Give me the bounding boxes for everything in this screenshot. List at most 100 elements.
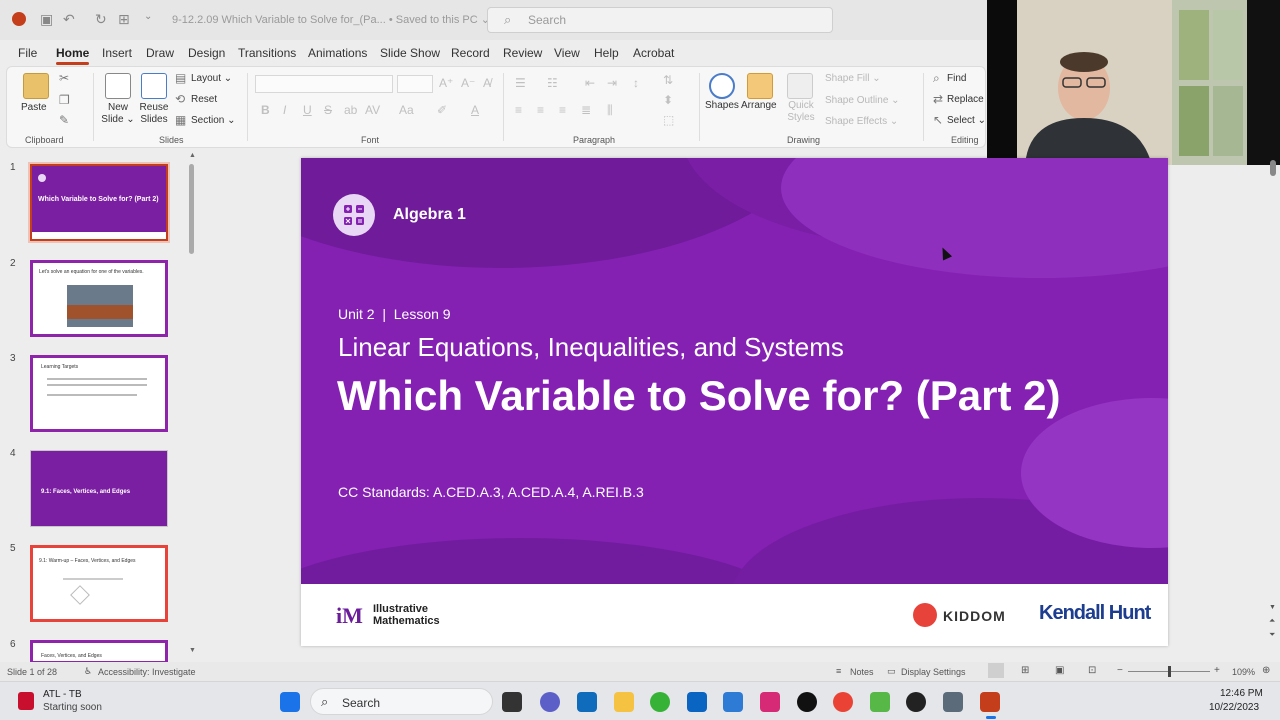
- align-center-icon[interactable]: ≡: [537, 103, 544, 117]
- undo-icon[interactable]: ↶: [63, 11, 75, 28]
- format-painter-icon[interactable]: ✎: [59, 113, 69, 127]
- slide-thumbnail-4[interactable]: 9.1: Faces, Vertices, and Edges: [30, 450, 168, 527]
- char-spacing-button[interactable]: AV: [365, 103, 380, 117]
- arrange-icon[interactable]: [747, 73, 773, 99]
- tab-help[interactable]: Help: [594, 46, 619, 60]
- font-color-button[interactable]: A: [471, 103, 479, 117]
- zoom-slider[interactable]: [1128, 666, 1210, 677]
- app-icon[interactable]: [650, 692, 670, 712]
- scroll-up-icon[interactable]: ▲: [189, 152, 196, 159]
- zoom-out-icon[interactable]: −: [1117, 665, 1123, 676]
- slide-sorter-icon[interactable]: ⊞: [1021, 665, 1029, 676]
- font-size-dropdown[interactable]: [397, 75, 433, 93]
- zoom-slider-handle[interactable]: [1168, 666, 1171, 677]
- numbering-icon[interactable]: ☷: [547, 76, 558, 90]
- powerpoint-app-icon[interactable]: [980, 692, 1000, 712]
- calculator-app-icon[interactable]: [943, 692, 963, 712]
- tab-home[interactable]: Home: [56, 46, 90, 65]
- highlight-icon[interactable]: ✐: [437, 103, 447, 117]
- task-view-icon[interactable]: [502, 692, 522, 712]
- layout-button[interactable]: Layout ⌄: [191, 73, 232, 84]
- reading-view-icon[interactable]: ▣: [1055, 665, 1064, 676]
- file-explorer-icon[interactable]: [614, 692, 634, 712]
- redo-icon[interactable]: ↻: [95, 11, 107, 28]
- quick-styles-button[interactable]: Quick Styles: [783, 100, 819, 124]
- section-button[interactable]: Section ⌄: [191, 115, 236, 126]
- scroll-thumb[interactable]: [189, 164, 194, 254]
- font-name-dropdown[interactable]: [255, 75, 393, 93]
- search-input[interactable]: ⌕ Search: [487, 7, 833, 33]
- present-icon[interactable]: ⊞: [118, 11, 130, 28]
- zoom-in-icon[interactable]: +: [1214, 665, 1220, 676]
- find-button[interactable]: Find: [947, 73, 966, 84]
- tab-animations[interactable]: Animations: [308, 46, 367, 60]
- instagram-icon[interactable]: [760, 692, 780, 712]
- new-slide-icon[interactable]: [105, 73, 131, 99]
- line-spacing-icon[interactable]: ↕: [633, 76, 639, 90]
- tab-design[interactable]: Design: [188, 46, 225, 60]
- start-icon[interactable]: [280, 692, 300, 712]
- shape-fill-button[interactable]: Shape Fill ⌄: [825, 73, 881, 84]
- slide-thumbnail-5[interactable]: 9.1: Warm-up – Faces, Vertices, and Edge…: [30, 545, 168, 622]
- reset-button[interactable]: Reset: [191, 94, 217, 105]
- find-icon[interactable]: ⌕: [933, 71, 940, 86]
- increase-font-icon[interactable]: A⁺: [439, 76, 453, 90]
- tab-insert[interactable]: Insert: [102, 46, 132, 60]
- align-text-icon[interactable]: ⬍: [663, 93, 673, 107]
- italic-button[interactable]: I: [283, 103, 286, 117]
- tab-slide-show[interactable]: Slide Show: [380, 46, 440, 60]
- select-icon[interactable]: ↖: [933, 113, 943, 127]
- app-icon[interactable]: [870, 692, 890, 712]
- slide-thumbnail-2[interactable]: Let's solve an equation for one of the v…: [30, 260, 168, 337]
- obs-icon[interactable]: [906, 692, 926, 712]
- slide-canvas[interactable]: Algebra 1 Unit 2 | Lesson 9 Linear Equat…: [301, 158, 1168, 646]
- cut-icon[interactable]: ✂: [59, 71, 69, 85]
- accessibility-status[interactable]: Accessibility: Investigate: [98, 667, 196, 677]
- tiktok-icon[interactable]: [797, 692, 817, 712]
- columns-icon[interactable]: ⫼: [607, 103, 613, 118]
- tab-transitions[interactable]: Transitions: [238, 46, 296, 60]
- change-case-button[interactable]: Aa: [399, 103, 414, 117]
- teams-chat-icon[interactable]: [540, 692, 560, 712]
- select-button[interactable]: Select ⌄: [947, 115, 986, 126]
- justify-icon[interactable]: ≣: [581, 103, 591, 117]
- align-left-icon[interactable]: ≡: [515, 103, 522, 117]
- decrease-font-icon[interactable]: A⁻: [461, 76, 475, 90]
- document-title[interactable]: 9-12.2.09 Which Variable to Solve for_(P…: [172, 13, 490, 26]
- align-right-icon[interactable]: ≡: [559, 103, 566, 117]
- accessibility-icon[interactable]: ♿: [84, 666, 92, 677]
- new-slide-button[interactable]: New Slide ⌄: [101, 102, 135, 126]
- clear-format-icon[interactable]: A̸: [483, 76, 491, 90]
- strikethrough-button[interactable]: S: [324, 103, 332, 117]
- section-icon[interactable]: ▦: [175, 113, 186, 127]
- save-icon[interactable]: ▣: [40, 11, 53, 28]
- normal-view-icon[interactable]: [988, 663, 1004, 678]
- underline-button[interactable]: U: [303, 103, 312, 117]
- widget-title[interactable]: ATL - TB: [43, 689, 82, 700]
- next-slide-icon[interactable]: ⏷: [1269, 630, 1275, 640]
- slide-thumbnail-1[interactable]: Which Variable to Solve for? (Part 2): [28, 162, 170, 243]
- quick-access-more-icon[interactable]: ⌄: [144, 11, 152, 22]
- paste-button[interactable]: Paste: [21, 102, 47, 114]
- arrange-button[interactable]: Arrange: [741, 100, 777, 112]
- chrome-icon[interactable]: [833, 692, 853, 712]
- smartart-icon[interactable]: ⬚: [663, 113, 674, 127]
- shapes-icon[interactable]: [709, 73, 735, 99]
- zoom-level[interactable]: 109%: [1232, 667, 1255, 677]
- copy-icon[interactable]: ❐: [59, 93, 70, 107]
- slide-scrollbar[interactable]: ▼ ⏶ ⏷: [1268, 160, 1278, 650]
- scroll-down-icon[interactable]: ▼: [189, 647, 196, 654]
- reuse-slides-button[interactable]: Reuse Slides: [139, 102, 169, 126]
- shadow-button[interactable]: ab: [344, 103, 357, 117]
- replace-icon[interactable]: ⇄: [933, 92, 943, 106]
- tab-acrobat[interactable]: Acrobat: [633, 46, 674, 60]
- thumbnail-scrollbar[interactable]: ▲ ▼: [187, 152, 196, 657]
- scroll-thumb[interactable]: [1270, 160, 1276, 176]
- tab-view[interactable]: View: [554, 46, 580, 60]
- slide-thumbnail-6[interactable]: Faces, Vertices, and Edges: [30, 640, 168, 664]
- todo-icon[interactable]: [723, 692, 743, 712]
- tab-review[interactable]: Review: [503, 46, 542, 60]
- clock-date[interactable]: 10/22/2023: [1209, 702, 1259, 713]
- text-direction-icon[interactable]: ⇅: [663, 73, 673, 87]
- display-settings-button[interactable]: Display Settings: [901, 667, 966, 677]
